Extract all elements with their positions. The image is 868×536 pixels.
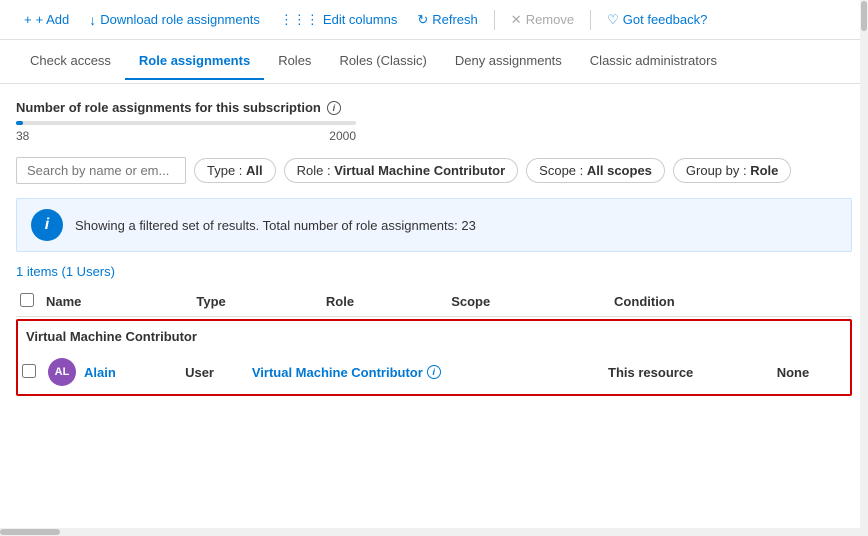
group-name: Virtual Machine Contributor (26, 329, 197, 344)
col-checkbox (16, 287, 46, 317)
groupby-filter-label: Group by : Role (686, 163, 778, 178)
main-content: Number of role assignments for this subs… (0, 84, 868, 398)
vertical-scrollbar[interactable] (860, 0, 868, 536)
download-icon: ↓ (89, 12, 96, 28)
download-button[interactable]: ↓ Download role assignments (81, 8, 268, 32)
role-filter-chip[interactable]: Role : Virtual Machine Contributor (284, 158, 519, 183)
tab-check-access[interactable]: Check access (16, 43, 125, 80)
remove-icon: ✕ (511, 12, 522, 28)
horizontal-scrollbar-thumb (0, 529, 60, 535)
group-header-row: Virtual Machine Contributor (18, 321, 850, 350)
feedback-button[interactable]: ♡ Got feedback? (599, 8, 715, 32)
col-condition-header: Condition (614, 287, 852, 317)
col-role-header: Role (326, 287, 451, 317)
group-row: Virtual Machine Contributor (16, 317, 852, 399)
separator-2 (590, 10, 591, 30)
toolbar: + + Add ↓ Download role assignments ⋮⋮⋮ … (0, 0, 868, 40)
role-link[interactable]: Virtual Machine Contributor i (252, 365, 600, 380)
quota-labels: 38 2000 (16, 129, 356, 143)
banner-text: Showing a filtered set of results. Total… (75, 218, 476, 233)
table-row: AL Alain User (18, 350, 850, 394)
groupby-filter-chip[interactable]: Group by : Role (673, 158, 791, 183)
heart-icon: ♡ (607, 12, 619, 28)
info-banner: i Showing a filtered set of results. Tot… (16, 198, 852, 252)
add-label: + Add (36, 12, 70, 27)
tab-roles-classic[interactable]: Roles (Classic) (325, 43, 440, 80)
add-icon: + (24, 12, 32, 27)
quota-max: 2000 (329, 129, 356, 143)
role-filter-label: Role : Virtual Machine Contributor (297, 163, 506, 178)
quota-title: Number of role assignments for this subs… (16, 100, 852, 115)
columns-icon: ⋮⋮⋮ (280, 12, 319, 28)
role-info-icon: i (427, 365, 441, 379)
separator-1 (494, 10, 495, 30)
quota-progress-track (16, 121, 356, 125)
type-filter-chip[interactable]: Type : All (194, 158, 276, 183)
col-name-header: Name (46, 287, 196, 317)
vertical-scrollbar-thumb (861, 1, 867, 31)
tabs-nav: Check access Role assignments Roles Role… (0, 40, 868, 84)
scope-filter-chip[interactable]: Scope : All scopes (526, 158, 665, 183)
tab-role-assignments[interactable]: Role assignments (125, 43, 264, 80)
quota-section: Number of role assignments for this subs… (16, 100, 852, 143)
table-header-row: Name Type Role Scope Condition (16, 287, 852, 317)
download-label: Download role assignments (100, 12, 260, 27)
select-all-checkbox[interactable] (20, 293, 34, 307)
scope-filter-label: Scope : All scopes (539, 163, 652, 178)
avatar: AL (48, 358, 76, 386)
search-input[interactable] (16, 157, 186, 184)
refresh-icon: ↻ (417, 12, 428, 28)
quota-current: 38 (16, 129, 29, 143)
horizontal-scrollbar[interactable] (0, 528, 860, 536)
edit-columns-label: Edit columns (323, 12, 397, 27)
row-checkbox[interactable] (22, 364, 36, 378)
type-filter-label: Type : All (207, 163, 263, 178)
user-cell: AL Alain (48, 358, 177, 386)
remove-button[interactable]: ✕ Remove (503, 8, 582, 32)
edit-columns-button[interactable]: ⋮⋮⋮ Edit columns (272, 8, 405, 32)
remove-label: Remove (526, 12, 574, 27)
tab-deny-assignments[interactable]: Deny assignments (441, 43, 576, 80)
table-meta: 1 items (1 Users) (16, 264, 852, 279)
row-type: User (185, 365, 214, 380)
user-name-link[interactable]: Alain (84, 365, 116, 380)
refresh-label: Refresh (432, 12, 478, 27)
refresh-button[interactable]: ↻ Refresh (409, 8, 485, 32)
col-scope-header: Scope (451, 287, 614, 317)
col-type-header: Type (196, 287, 326, 317)
info-icon: i (31, 209, 63, 241)
feedback-label: Got feedback? (623, 12, 708, 27)
filters-row: Type : All Role : Virtual Machine Contri… (16, 157, 852, 184)
quota-info-icon[interactable]: i (327, 101, 341, 115)
row-condition: None (777, 365, 810, 380)
tab-classic-administrators[interactable]: Classic administrators (576, 43, 731, 80)
assignments-table: Name Type Role Scope Condition (16, 287, 852, 398)
tab-roles[interactable]: Roles (264, 43, 325, 80)
quota-progress-fill (16, 121, 23, 125)
row-scope: This resource (608, 365, 693, 380)
add-button[interactable]: + + Add (16, 8, 77, 31)
